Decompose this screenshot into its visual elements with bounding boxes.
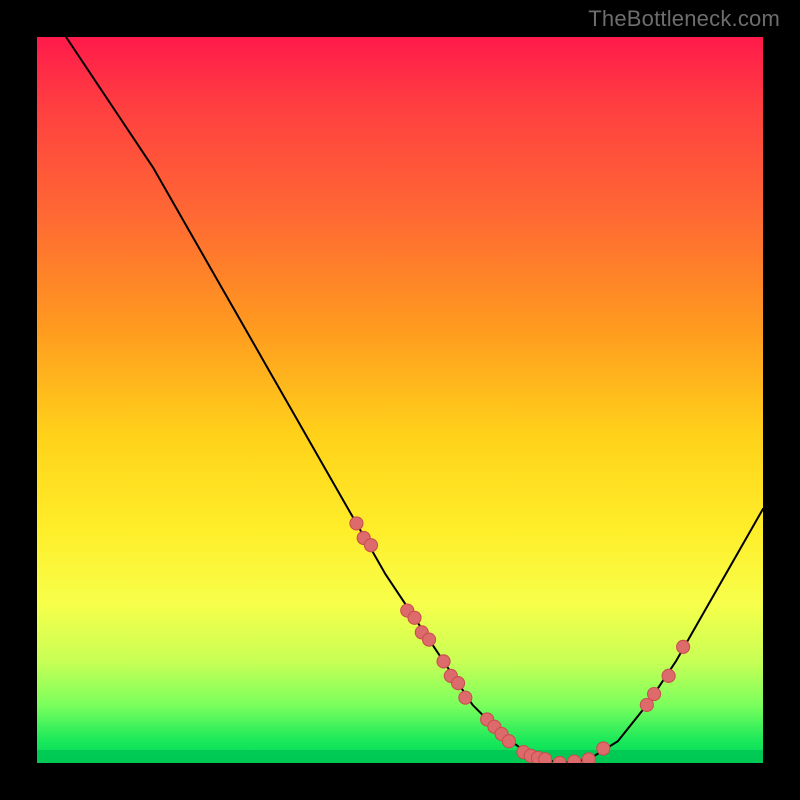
data-marker <box>539 753 552 763</box>
plot-area <box>37 37 763 763</box>
data-marker <box>452 677 465 690</box>
data-marker <box>677 640 690 653</box>
data-marker <box>662 669 675 682</box>
data-marker <box>648 687 661 700</box>
data-marker <box>423 633 436 646</box>
data-marker <box>597 742 610 755</box>
data-marker <box>553 756 566 763</box>
data-marker <box>568 755 581 763</box>
data-marker <box>437 655 450 668</box>
bottleneck-curve <box>66 37 763 763</box>
data-marker <box>350 517 363 530</box>
curve-overlay <box>37 37 763 763</box>
watermark-label: TheBottleneck.com <box>588 6 780 32</box>
data-markers <box>350 517 690 763</box>
data-marker <box>364 539 377 552</box>
data-marker <box>582 753 595 763</box>
data-marker <box>459 691 472 704</box>
data-marker <box>408 611 421 624</box>
chart-frame: TheBottleneck.com <box>0 0 800 800</box>
data-marker <box>502 735 515 748</box>
